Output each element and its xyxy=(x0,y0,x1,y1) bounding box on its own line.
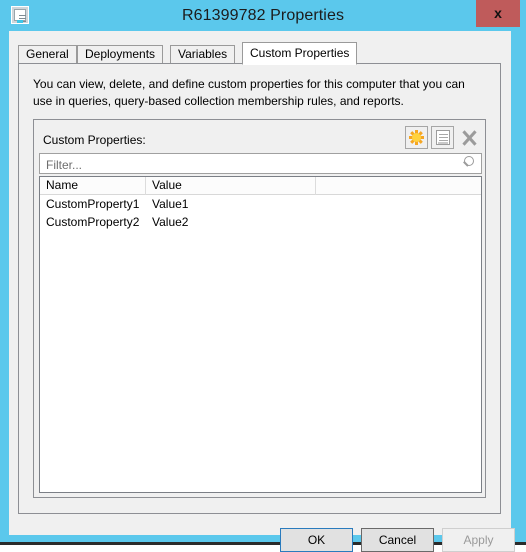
search-magnifier-icon[interactable] xyxy=(461,156,477,172)
delete-property-button[interactable] xyxy=(457,126,480,149)
page-description: You can view, delete, and define custom … xyxy=(33,77,465,108)
custom-properties-list[interactable]: Name Value CustomProperty1 Value1 Custom… xyxy=(39,176,482,493)
x-delete-icon xyxy=(461,130,477,146)
window-title: R61399782 Properties xyxy=(181,7,345,24)
edit-property-button[interactable] xyxy=(431,126,454,149)
cell-name: CustomProperty1 xyxy=(46,197,140,211)
cell-value: Value1 xyxy=(152,197,189,211)
starburst-new-icon xyxy=(409,130,424,145)
filter-input[interactable] xyxy=(44,155,448,174)
tab-page-custom-properties: You can view, delete, and define custom … xyxy=(18,63,501,514)
list-header-row: Name Value xyxy=(40,177,481,195)
tab-custom-properties[interactable]: Custom Properties xyxy=(242,42,358,65)
column-header-name[interactable]: Name xyxy=(40,177,146,195)
group-label: Custom Properties: xyxy=(43,133,146,147)
column-header-blank[interactable] xyxy=(316,177,481,195)
table-row[interactable]: CustomProperty2 Value2 xyxy=(40,214,481,232)
dialog-client-area: General Deployments Variables Custom Pro… xyxy=(9,31,515,552)
cell-value: Value2 xyxy=(152,215,189,229)
table-row[interactable]: CustomProperty1 Value1 xyxy=(40,196,481,214)
close-button[interactable]: x xyxy=(476,0,520,27)
properties-dialog-window: R61399782 Properties x General Deploymen… xyxy=(0,0,526,552)
cell-name: CustomProperty2 xyxy=(46,215,140,229)
column-header-value[interactable]: Value xyxy=(146,177,316,195)
list-rows: CustomProperty1 Value1 CustomProperty2 V… xyxy=(40,196,481,232)
cancel-button[interactable]: Cancel xyxy=(361,528,434,552)
tab-general[interactable]: General xyxy=(18,45,77,64)
new-property-button[interactable] xyxy=(405,126,428,149)
apply-button[interactable]: Apply xyxy=(442,528,515,552)
filter-box[interactable] xyxy=(39,153,482,174)
custom-properties-group: Custom Properties: Filter... Name Value … xyxy=(33,119,486,498)
properties-document-icon xyxy=(436,130,450,145)
title-bar: R61399782 Properties x xyxy=(0,0,526,31)
ok-button[interactable]: OK xyxy=(280,528,353,552)
tab-deployments[interactable]: Deployments xyxy=(77,45,164,64)
tab-variables[interactable]: Variables xyxy=(170,45,236,64)
